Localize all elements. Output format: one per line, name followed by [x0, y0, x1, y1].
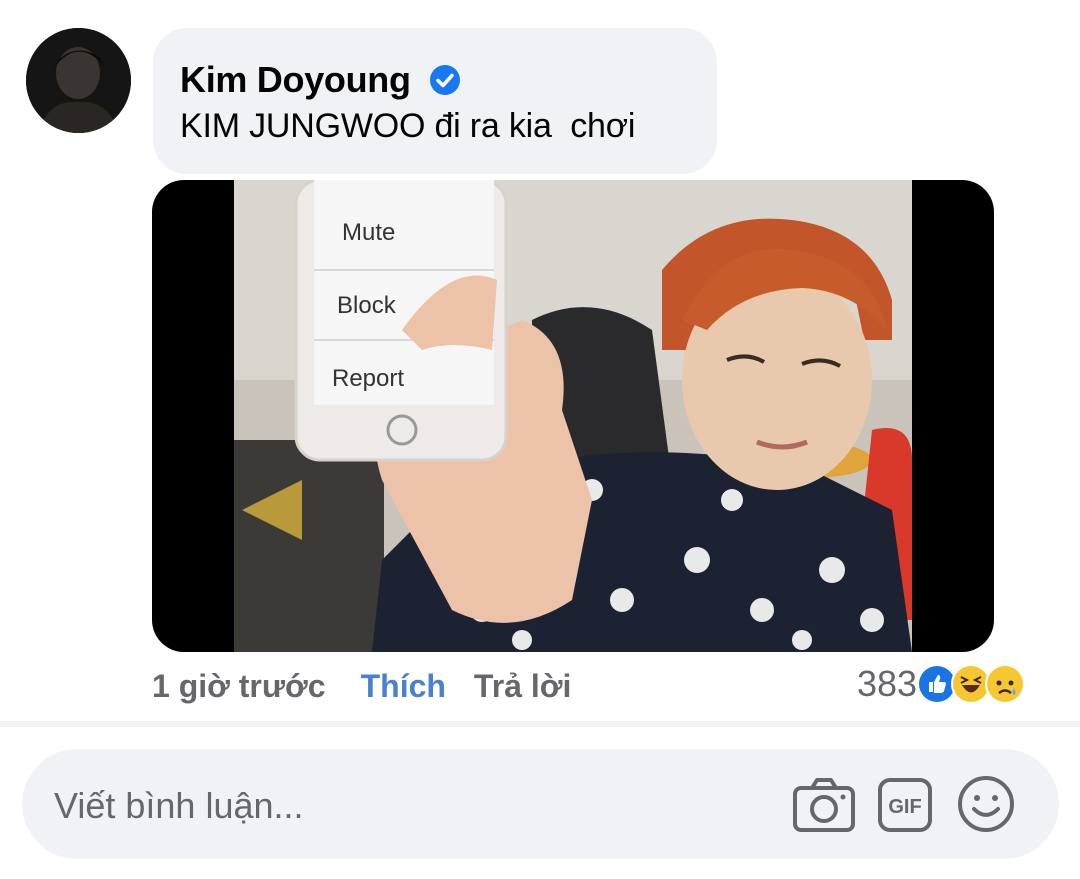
camera-icon[interactable] [792, 774, 856, 839]
svg-text:GIF: GIF [888, 796, 921, 818]
comment-author[interactable]: Kim Doyoung [180, 59, 411, 101]
reply-button[interactable]: Trả lời [474, 668, 571, 705]
comment-composer[interactable]: Viết bình luận... GIF [22, 749, 1059, 859]
gif-icon[interactable]: GIF [877, 777, 933, 838]
comment-bubble: Kim Doyoung KIM JUNGWOO đi ra kia chơi [153, 28, 717, 174]
comment-timestamp[interactable]: 1 giờ trước [152, 668, 326, 705]
menu-item-block: Block [337, 292, 397, 319]
section-divider [0, 721, 1080, 727]
comment-actions: 1 giờ trước Thích Trả lời [152, 664, 571, 708]
reaction-summary[interactable]: 383 [857, 660, 1026, 708]
author-row: Kim Doyoung [180, 58, 717, 102]
avatar-image [26, 28, 131, 133]
meme-photo: Mute Block Report [234, 180, 912, 652]
menu-item-mute: Mute [342, 219, 395, 246]
comment-image[interactable]: Mute Block Report [152, 180, 994, 652]
sad-reaction-icon [985, 664, 1026, 704]
verified-badge-icon [429, 64, 461, 96]
comment-text: KIM JUNGWOO đi ra kia chơi [180, 107, 636, 145]
like-button[interactable]: Thích [361, 668, 446, 705]
comment-page: Kim Doyoung KIM JUNGWOO đi ra kia chơi M… [0, 0, 1080, 879]
comment-input-placeholder[interactable]: Viết bình luận... [54, 785, 304, 827]
emoji-icon[interactable] [957, 775, 1015, 838]
menu-item-report: Report [332, 365, 404, 392]
avatar[interactable] [26, 28, 131, 133]
reaction-count: 383 [857, 663, 918, 704]
